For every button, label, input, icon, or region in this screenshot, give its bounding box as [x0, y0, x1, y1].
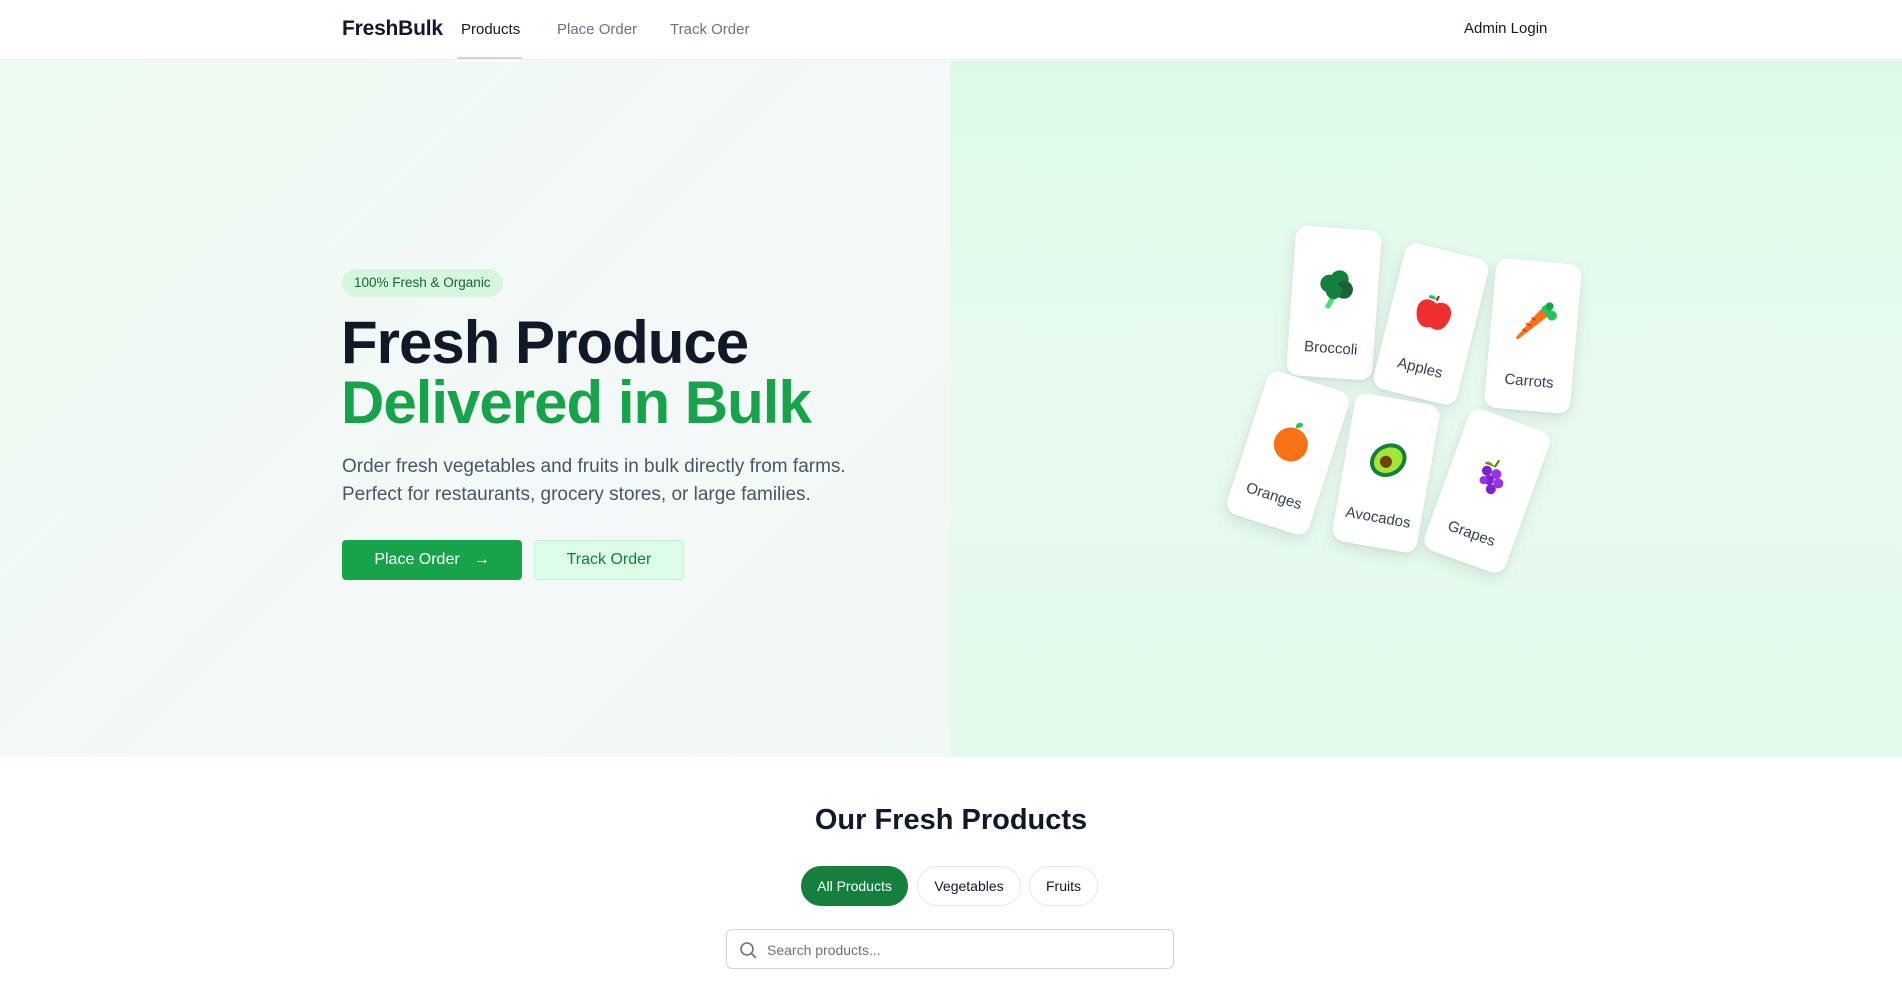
arrow-right-icon: → — [473, 551, 490, 568]
active-nav-indicator — [457, 57, 522, 59]
nav-link-track-order[interactable]: Track Order — [670, 21, 749, 38]
product-label-apples: Apples — [1395, 354, 1445, 382]
top-nav: FreshBulk Products Place Order Track Ord… — [0, 0, 1902, 60]
avocado-icon — [1369, 443, 1407, 477]
place-order-button[interactable]: Place Order → — [342, 540, 522, 580]
orange-icon — [1273, 422, 1308, 462]
product-card-grapes: Grapes — [1420, 405, 1554, 577]
filter-all-products[interactable]: All Products — [801, 866, 908, 906]
hero-subtext-line2: Perfect for restaurants, grocery stores,… — [342, 484, 811, 505]
hero-subtext: Order fresh vegetables and fruits in bul… — [342, 453, 902, 509]
nav-link-products[interactable]: Products — [461, 21, 520, 38]
track-order-button[interactable]: Track Order — [534, 540, 684, 580]
product-label-carrots: Carrots — [1503, 370, 1555, 392]
search-input[interactable] — [767, 936, 1163, 964]
hero-right-panel: Broccoli Apples Carrots Oranges Avocados… — [950, 61, 1902, 757]
product-card-apples: Apples — [1371, 240, 1491, 408]
brand-logo[interactable]: FreshBulk — [342, 17, 443, 41]
product-card-oranges: Oranges — [1223, 368, 1353, 538]
product-label-oranges: Oranges — [1243, 479, 1304, 514]
hero-headline-line1: Fresh Produce — [341, 309, 749, 376]
hero-left-panel: 100% Fresh & Organic Fresh Produce Deliv… — [0, 61, 950, 757]
carrot-icon — [1515, 302, 1557, 340]
apple-icon — [1416, 295, 1452, 330]
product-search-box — [726, 929, 1174, 969]
product-card-carrots: Carrots — [1483, 257, 1583, 415]
product-label-avocados: Avocados — [1344, 503, 1412, 532]
hero-headline-line2: Delivered in Bulk — [341, 369, 812, 436]
hero-section: 100% Fresh & Organic Fresh Produce Deliv… — [0, 61, 1902, 757]
product-label-grapes: Grapes — [1445, 517, 1498, 551]
search-icon — [740, 942, 757, 959]
products-section-title: Our Fresh Products — [814, 804, 1088, 836]
filter-fruits[interactable]: Fruits — [1029, 866, 1098, 906]
product-card-avocados: Avocados — [1330, 391, 1442, 555]
nav-link-place-order[interactable]: Place Order — [557, 21, 637, 38]
admin-login-link[interactable]: Admin Login — [1464, 20, 1547, 37]
place-order-button-label: Place Order — [374, 551, 460, 568]
hero-subtext-line1: Order fresh vegetables and fruits in bul… — [342, 456, 846, 477]
broccoli-icon — [1320, 270, 1353, 309]
filter-vegetables[interactable]: Vegetables — [917, 866, 1021, 906]
fresh-organic-badge: 100% Fresh & Organic — [342, 269, 503, 297]
product-label-broccoli: Broccoli — [1303, 338, 1359, 359]
grapes-icon — [1479, 459, 1504, 495]
product-card-broccoli: Broccoli — [1285, 225, 1383, 381]
